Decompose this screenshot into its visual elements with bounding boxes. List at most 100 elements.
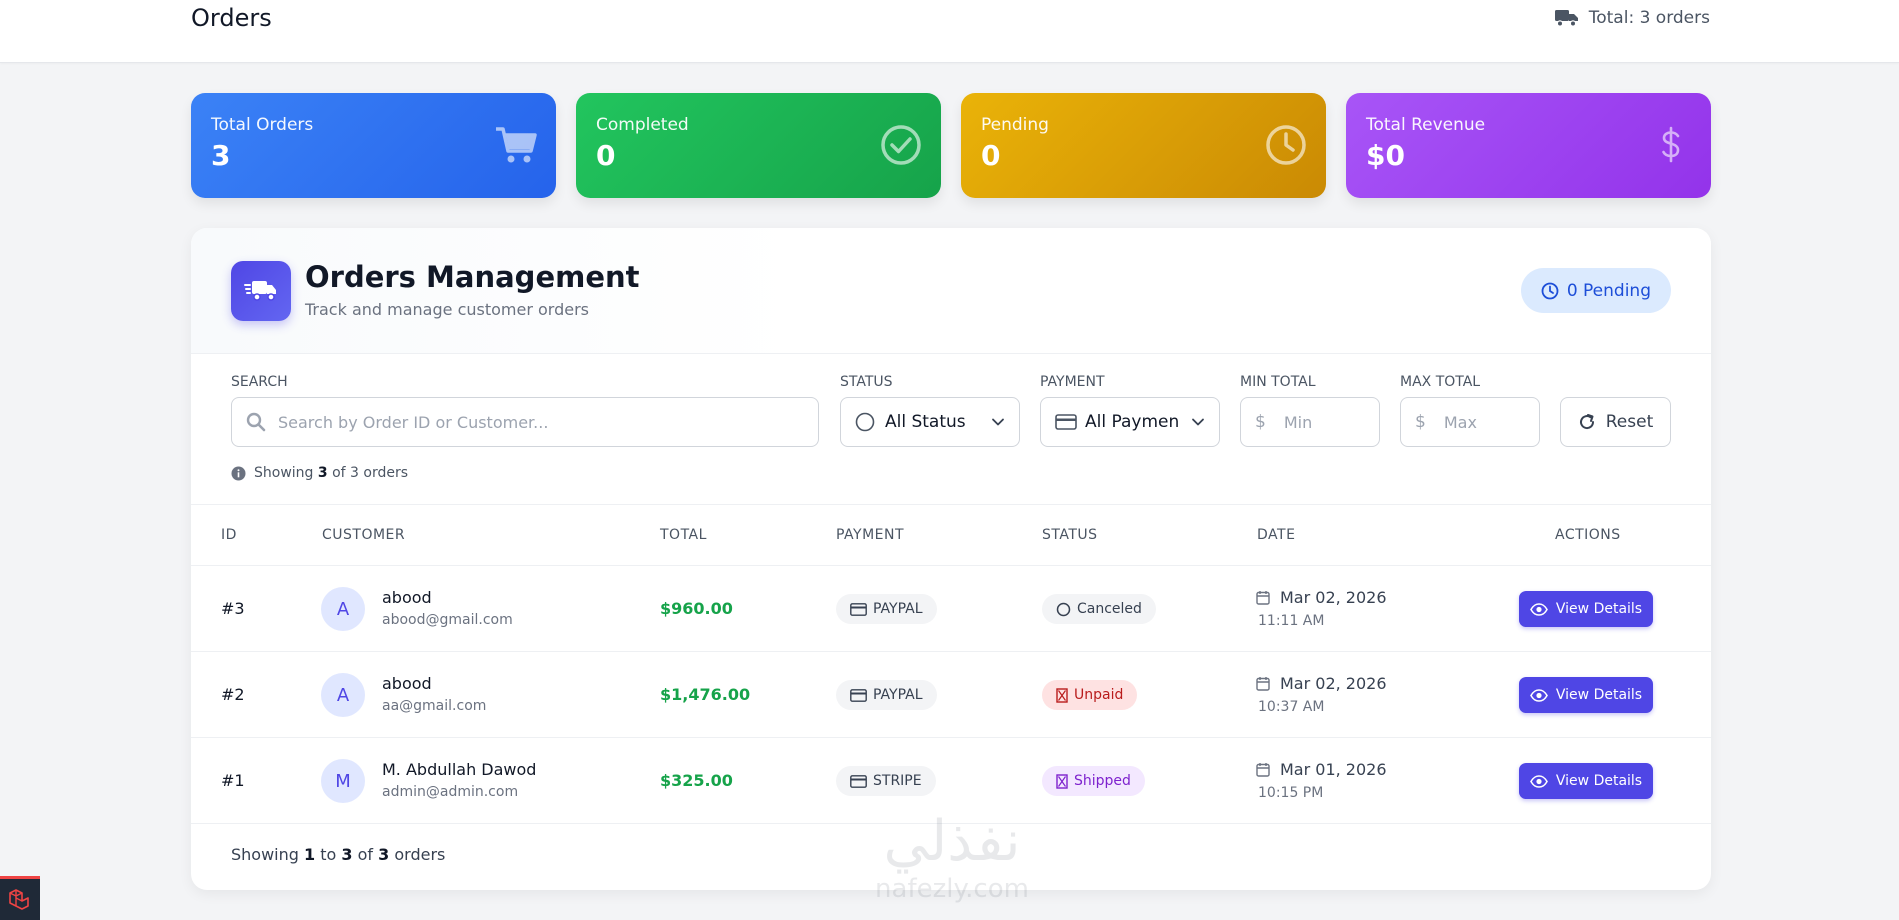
pagination-word: Showing xyxy=(231,845,299,864)
chevron-down-icon xyxy=(1192,418,1204,426)
page-title: Orders xyxy=(191,4,272,32)
order-date-text: Mar 02, 2026 xyxy=(1280,674,1387,693)
laravel-logo-icon xyxy=(9,888,29,910)
order-date: Mar 02, 2026 xyxy=(1256,588,1387,607)
order-id: #1 xyxy=(221,771,245,790)
status-select[interactable]: All Status xyxy=(840,397,1020,447)
currency-symbol: $ xyxy=(1255,412,1266,432)
stat-value: $0 xyxy=(1366,139,1405,172)
results-count-number: 3 xyxy=(317,465,328,481)
status-text: Canceled xyxy=(1077,601,1142,617)
view-details-button[interactable]: View Details xyxy=(1519,763,1653,799)
circle-icon xyxy=(1056,602,1071,616)
column-header-payment: PAYMENT xyxy=(836,527,905,543)
order-time: 10:37 AM xyxy=(1258,699,1325,715)
reset-button[interactable]: Reset xyxy=(1560,397,1671,447)
min-total-input[interactable] xyxy=(1283,412,1379,432)
payment-badge: PAYPAL xyxy=(836,680,937,710)
column-header-date: DATE xyxy=(1257,527,1296,543)
order-date-text: Mar 01, 2026 xyxy=(1280,760,1387,779)
customer-name: M. Abdullah Dawod xyxy=(382,760,537,779)
credit-card-icon xyxy=(850,774,867,788)
status-text: Shipped xyxy=(1074,773,1131,789)
dollar-icon xyxy=(1662,126,1680,163)
table-row: #2 A abood aa@gmail.com $1,476.00 PAYPAL… xyxy=(191,652,1711,738)
max-total-label: MAX TOTAL xyxy=(1400,374,1481,390)
stat-value: 0 xyxy=(596,139,616,172)
filters-bar: SEARCH STATUS All Status PAYMENT All xyxy=(231,374,1671,494)
order-total: $325.00 xyxy=(660,771,733,790)
orders-management-card: Orders Management Track and manage custo… xyxy=(191,228,1711,890)
credit-card-icon xyxy=(1055,414,1077,430)
clock-icon xyxy=(1541,282,1559,299)
view-details-label: View Details xyxy=(1555,773,1643,789)
credit-card-icon xyxy=(850,602,867,616)
avatar: A xyxy=(321,673,365,717)
total-orders-text: Total: 3 orders xyxy=(1588,8,1710,28)
stat-label: Completed xyxy=(596,115,689,135)
view-details-button[interactable]: View Details xyxy=(1519,677,1653,713)
management-title: Orders Management xyxy=(305,260,640,294)
stat-label: Total Revenue xyxy=(1366,115,1486,135)
avatar: M xyxy=(321,759,365,803)
status-badge: Canceled xyxy=(1042,594,1156,624)
customer-email: abood@gmail.com xyxy=(382,612,513,628)
pagination-total: 3 xyxy=(378,845,390,864)
stat-value: 0 xyxy=(981,139,1001,172)
stat-value: 3 xyxy=(211,139,231,172)
stat-label: Total Orders xyxy=(211,115,314,135)
stat-card-pending: Pending 0 xyxy=(961,93,1326,198)
search-box xyxy=(231,397,819,447)
info-icon xyxy=(231,466,246,480)
hourglass-icon xyxy=(1056,773,1068,789)
table-header: ID CUSTOMER TOTAL PAYMENT STATUS DATE AC… xyxy=(191,504,1711,566)
column-header-id: ID xyxy=(221,527,237,543)
eye-icon xyxy=(1529,602,1548,616)
min-total-box: $ xyxy=(1240,397,1380,447)
pagination-word: orders xyxy=(394,845,446,864)
order-total: $1,476.00 xyxy=(660,685,751,704)
calendar-icon xyxy=(1256,763,1270,777)
pending-count-text: 0 Pending xyxy=(1566,280,1651,301)
view-details-label: View Details xyxy=(1555,687,1643,703)
max-total-input[interactable] xyxy=(1443,412,1539,432)
credit-card-icon xyxy=(850,688,867,702)
table-row: #1 M M. Abdullah Dawod admin@admin.com $… xyxy=(191,738,1711,824)
pagination-summary: Showing 1 to 3 of 3 orders xyxy=(231,845,445,864)
min-total-label: MIN TOTAL xyxy=(1240,374,1316,390)
customer-name: abood xyxy=(382,674,432,693)
debugbar-toggle[interactable] xyxy=(0,876,40,920)
view-details-label: View Details xyxy=(1555,601,1643,617)
order-total: $960.00 xyxy=(660,599,733,618)
payment-method: STRIPE xyxy=(873,773,922,789)
check-circle-icon xyxy=(881,125,921,165)
status-select-value: All Status xyxy=(885,412,966,432)
customer-email: admin@admin.com xyxy=(382,784,519,800)
status-label: STATUS xyxy=(840,374,893,390)
card-header: Orders Management Track and manage custo… xyxy=(191,228,1711,354)
currency-symbol: $ xyxy=(1415,412,1426,432)
payment-method: PAYPAL xyxy=(873,687,923,703)
payment-select[interactable]: All Paymen xyxy=(1040,397,1220,447)
pagination-word: of xyxy=(357,845,374,864)
payment-badge: STRIPE xyxy=(836,766,936,796)
clock-icon xyxy=(1266,125,1306,165)
hourglass-icon xyxy=(1056,687,1068,703)
order-id: #2 xyxy=(221,685,245,704)
view-details-button[interactable]: View Details xyxy=(1519,591,1653,627)
calendar-icon xyxy=(1256,591,1270,605)
results-suffix: of 3 orders xyxy=(332,465,409,481)
pagination-to: 3 xyxy=(341,845,353,864)
status-badge: Unpaid xyxy=(1042,680,1138,710)
payment-select-value: All Paymen xyxy=(1085,412,1180,432)
status-text: Unpaid xyxy=(1074,687,1124,703)
rotate-icon xyxy=(1579,414,1594,430)
total-orders-summary: Total: 3 orders xyxy=(1554,8,1710,28)
max-total-box: $ xyxy=(1400,397,1540,447)
pagination-word: to xyxy=(320,845,337,864)
reset-label: Reset xyxy=(1605,412,1654,432)
chevron-down-icon xyxy=(992,418,1004,426)
search-input[interactable] xyxy=(278,412,818,432)
stat-card-total-orders: Total Orders 3 xyxy=(191,93,556,198)
search-label: SEARCH xyxy=(231,374,288,390)
